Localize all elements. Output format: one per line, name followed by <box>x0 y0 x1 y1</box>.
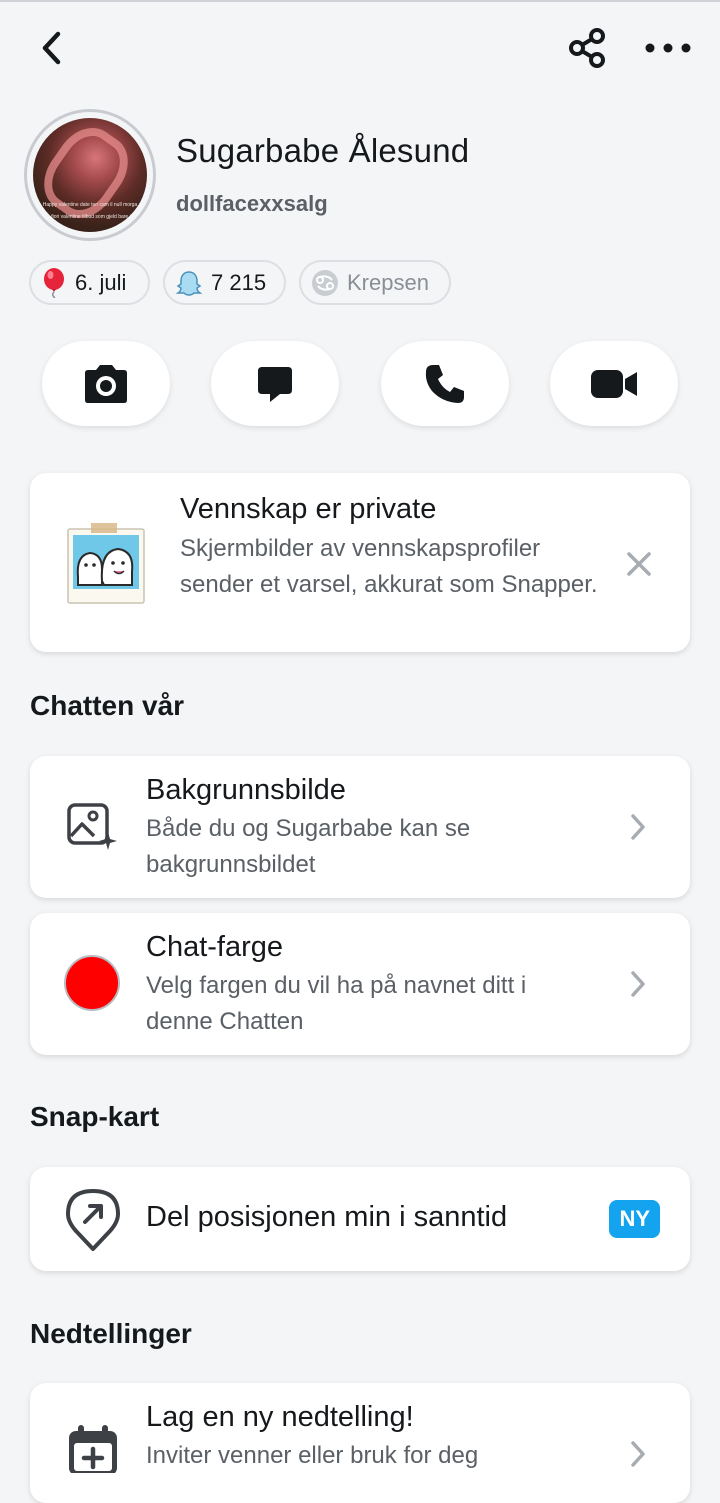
new-countdown-row[interactable]: Lag en ny nedtelling! Inviter venner ell… <box>30 1383 690 1503</box>
chevron-right-icon <box>631 971 645 997</box>
chat-button[interactable] <box>211 341 339 426</box>
snap-score-chip[interactable]: 7 215 <box>163 260 286 305</box>
video-call-button[interactable] <box>550 341 678 426</box>
share-location-row[interactable]: Del posisjonen min i sanntid NY <box>30 1167 690 1271</box>
chat-color-swatch <box>64 955 120 1011</box>
avatar-caption-1: Happy valentine date ten cam il null mor… <box>42 202 138 208</box>
birthday-chip[interactable]: 6. juli <box>29 260 150 305</box>
zodiac-chip[interactable]: Krepsen <box>299 260 451 305</box>
share-icon <box>569 28 605 68</box>
section-title-map: Snap-kart <box>30 1101 160 1132</box>
wallpaper-description: Både du og Sugarbabe kan se bakgrunnsbil… <box>146 815 471 878</box>
avatar-caption-2: Bro en fiori valentine tilbud som gjeld … <box>35 214 145 220</box>
share-button[interactable] <box>556 20 620 76</box>
ghost-icon <box>175 270 203 296</box>
more-options-button[interactable] <box>636 20 700 76</box>
location-share-icon <box>66 1189 120 1251</box>
chevron-right-icon <box>631 814 645 840</box>
back-button[interactable] <box>22 20 82 76</box>
wallpaper-label: Bakgrunnsbilde <box>146 774 346 806</box>
profile-avatar[interactable]: Happy valentine date ten cam il null mor… <box>24 109 156 241</box>
profile-username: dollfacexxsalg <box>176 191 328 216</box>
friendship-private-notice: Vennskap er private Skjermbilder av venn… <box>30 473 690 652</box>
notice-description: Skjermbilder av vennskapsprofiler sender… <box>180 535 598 598</box>
new-countdown-label: Lag en ny nedtelling! <box>146 1401 414 1433</box>
section-title-countdowns: Nedtellinger <box>30 1318 192 1349</box>
snap-score-label: 7 215 <box>211 269 267 295</box>
close-icon[interactable] <box>624 549 654 579</box>
wallpaper-sparkle-icon <box>67 803 117 850</box>
chat-color-description: Velg fargen du vil ha på navnet ditt i d… <box>146 972 527 1035</box>
new-badge: NY <box>609 1200 660 1238</box>
section-title-chat: Chatten vår <box>30 690 185 721</box>
ellipsis-icon <box>645 43 691 53</box>
chat-color-row[interactable]: Chat-farge Velg fargen du vil ha på navn… <box>30 913 690 1055</box>
call-button[interactable] <box>381 341 509 426</box>
profile-display-name: Sugarbabe Ålesund <box>176 132 470 169</box>
zodiac-label: Krepsen <box>347 269 429 295</box>
camera-icon <box>85 364 127 403</box>
notice-title: Vennskap er private <box>180 493 437 525</box>
new-countdown-description: Inviter venner eller bruk for deg <box>146 1442 479 1469</box>
status-divider <box>0 0 720 2</box>
chat-bubble-icon <box>258 366 292 402</box>
phone-icon <box>425 364 464 403</box>
camera-button[interactable] <box>42 341 170 426</box>
chat-color-label: Chat-farge <box>146 931 284 963</box>
video-icon <box>591 369 637 398</box>
share-location-label: Del posisjonen min i sanntid <box>146 1201 508 1233</box>
balloon-icon <box>44 267 64 298</box>
birthday-label: 6. juli <box>75 269 127 295</box>
chevron-left-icon <box>42 31 61 65</box>
polaroid-ghosts-icon <box>67 523 145 604</box>
avatar-photo: Happy valentine date ten cam il null mor… <box>33 118 147 232</box>
cancer-zodiac-icon <box>312 269 338 296</box>
chevron-right-icon <box>631 1441 645 1467</box>
wallpaper-row[interactable]: Bakgrunnsbilde Både du og Sugarbabe kan … <box>30 756 690 898</box>
